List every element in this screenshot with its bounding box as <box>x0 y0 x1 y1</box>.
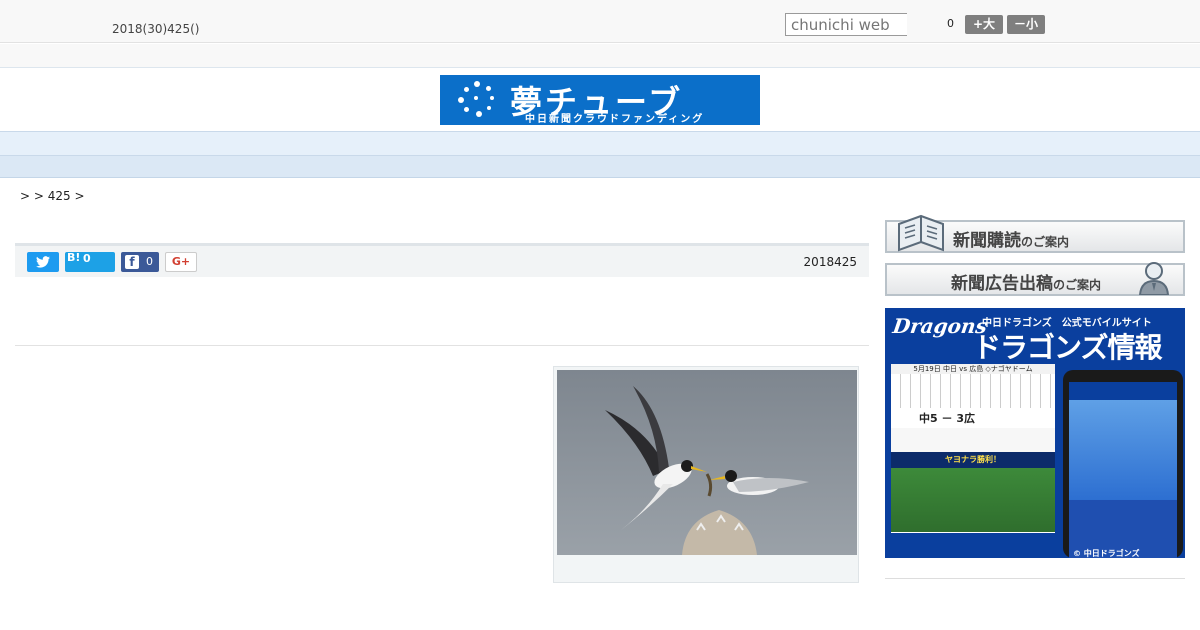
global-nav <box>0 131 1200 156</box>
search-input[interactable] <box>785 13 907 36</box>
game-result: ヤヨナラ勝利！ <box>891 452 1055 468</box>
google-plus-button[interactable]: G+ <box>165 252 197 272</box>
article-date: 2018425 <box>803 255 857 269</box>
advertise-label-suffix: のご案内 <box>1053 278 1102 292</box>
score-display: 中5 － 3広 <box>919 412 975 425</box>
twitter-bird-icon <box>36 256 50 268</box>
sub-nav <box>0 156 1200 178</box>
sparkle-icon <box>454 79 498 119</box>
game-info: 5月19日 中日 vs 広島 ◇ナゴヤドーム <box>891 364 1055 374</box>
font-smaller-button[interactable]: －小 <box>1007 15 1045 34</box>
yume-tube-banner[interactable]: 夢チューブ 中日新聞クラウドファンディング <box>440 75 760 125</box>
dragons-title: ドラゴンズ情報 <box>973 331 1162 364</box>
subscription-label-main: 新聞購読 <box>953 231 1021 251</box>
phone-mockup <box>1063 370 1183 558</box>
field-view <box>891 468 1055 532</box>
dragons-copyright: © 中日ドラゴンズ <box>1073 549 1140 558</box>
newspaper-ad-button[interactable]: 新聞広告出稿のご案内 <box>885 262 1185 296</box>
article-photo[interactable] <box>557 370 857 555</box>
subscription-label-suffix: のご案内 <box>1021 235 1070 249</box>
article-divider <box>15 345 869 346</box>
banner-subtitle: 中日新聞クラウドファンディング <box>525 114 705 125</box>
facebook-f-icon: f <box>125 255 139 269</box>
share-bar: B! 0 f 0 G+ 2018425 <box>15 243 869 277</box>
facebook-count: 0 <box>146 255 153 268</box>
board-menu <box>891 532 1055 554</box>
subscription-label: 新聞購読のご案内 <box>953 226 1069 251</box>
font-size-value: 0 <box>947 17 954 30</box>
phone-hero <box>1069 400 1177 500</box>
advertise-label-main: 新聞広告出稿 <box>951 274 1053 294</box>
top-bar: 2018(30)425() 0 +大 －小 <box>0 0 1200 43</box>
newspaper-subscription-button[interactable]: 新聞購読のご案内 <box>885 214 1185 253</box>
scoreboard: 5月19日 中日 vs 広島 ◇ナゴヤドーム 中5 － 3広 ヤヨナラ勝利！ <box>891 364 1055 554</box>
current-date: 2018(30)425() <box>112 22 200 36</box>
facebook-share-button[interactable]: f 0 <box>121 252 159 272</box>
phone-screen <box>1069 382 1177 558</box>
phone-header <box>1069 382 1177 400</box>
twitter-share-button[interactable] <box>27 252 59 272</box>
hatena-count: 0 <box>83 252 91 265</box>
newspaper-icon <box>898 214 944 252</box>
inning-grid <box>891 374 1055 408</box>
font-bigger-button[interactable]: +大 <box>965 15 1003 34</box>
hatena-label: B! <box>67 251 81 264</box>
sidebar-divider <box>885 578 1185 579</box>
hatena-bookmark-button[interactable]: B! 0 <box>65 251 115 272</box>
dragons-mobile-ad[interactable]: Dragons 中日ドラゴンズ 公式モバイルサイト ドラゴンズ情報 5月19日 … <box>885 308 1185 558</box>
player-info <box>891 428 1055 452</box>
person-icon <box>1138 262 1170 295</box>
advertise-label: 新聞広告出稿のご案内 <box>951 269 1101 294</box>
breadcrumb[interactable]: > > 425 > <box>20 189 85 203</box>
article-figure <box>553 366 859 583</box>
header-strip <box>0 44 1200 68</box>
